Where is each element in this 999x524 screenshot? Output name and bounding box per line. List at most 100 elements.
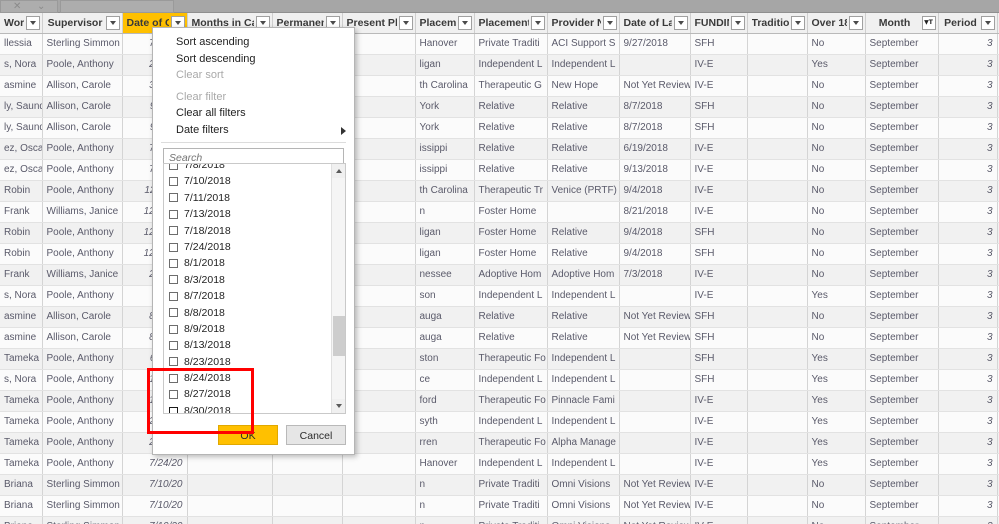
filter-dropdown-icon-date_of_last[interactable]	[673, 16, 688, 30]
cell-date_of_last[interactable]: 8/7/2018	[619, 117, 691, 139]
table-row[interactable]: FrankWilliams, Janice2/20/20nesseeAdopti…	[0, 264, 999, 286]
cell-placement_type[interactable]: Private Traditi	[474, 516, 548, 524]
checkbox-unchecked-icon[interactable]	[169, 291, 178, 301]
cell-traditional[interactable]	[747, 54, 808, 76]
cell-traditional[interactable]	[747, 180, 808, 202]
cell-provider_name[interactable]: Independent L	[547, 54, 620, 76]
filter-list-item[interactable]: 7/18/2018	[164, 223, 332, 239]
cell-period[interactable]: 3	[938, 222, 998, 244]
column-header-placement_county[interactable]: Placement	[415, 13, 475, 34]
cell-months_in_care[interactable]	[187, 453, 273, 475]
cell-date_of_last[interactable]: Not Yet Review	[619, 327, 691, 349]
cell-period[interactable]: 3	[938, 474, 998, 496]
table-row[interactable]: Tameka Poole, Anthony 7/24/20 Hanover Indepe…	[0, 453, 999, 475]
cell-date_of_last[interactable]	[619, 390, 691, 412]
cell-date_of_last[interactable]: 9/4/2018	[619, 222, 691, 244]
cell-placement_county[interactable]: nessee	[415, 264, 475, 286]
cell-worker[interactable]: asmine	[0, 75, 43, 97]
cell-funding[interactable]: IV-E	[690, 495, 748, 517]
checkbox-unchecked-icon[interactable]	[169, 390, 178, 400]
cell-period[interactable]: 3	[938, 432, 998, 454]
cell-over_18[interactable]: Yes	[807, 432, 866, 454]
cell-date_of_last[interactable]: Not Yet Review	[619, 474, 691, 496]
cell-worker[interactable]: Robin	[0, 243, 43, 265]
checkbox-unchecked-icon[interactable]	[169, 259, 178, 269]
cell-supervisor[interactable]: Poole, Anthony	[42, 159, 123, 181]
cell-funding[interactable]: IV-E	[690, 159, 748, 181]
cell-supervisor[interactable]: Poole, Anthony	[42, 411, 123, 433]
checkbox-unchecked-icon[interactable]	[169, 226, 178, 236]
cell-placement_county[interactable]: auga	[415, 306, 475, 328]
cell-date_of_last[interactable]: 9/13/2018	[619, 159, 691, 181]
cell-placement_type[interactable]: Relative	[474, 327, 548, 349]
filter-list-item[interactable]: 7/11/2018	[164, 190, 332, 206]
cell-placement_county[interactable]: York	[415, 96, 475, 118]
cell-placement_type[interactable]: Relative	[474, 117, 548, 139]
cell-supervisor[interactable]: Allison, Carole	[42, 75, 123, 97]
cell-period[interactable]: 3	[938, 159, 998, 181]
cell-provider_name[interactable]: Venice (PRTF)	[547, 180, 620, 202]
cell-provider_name[interactable]	[547, 201, 620, 223]
cell-provider_name[interactable]: Relative	[547, 222, 620, 244]
cell-funding[interactable]: SFH	[690, 348, 748, 370]
table-row[interactable]: asmineAllison, Carole8/24/20augaRelative…	[0, 306, 999, 328]
filter-dropdown-icon-supervisor[interactable]	[105, 16, 120, 30]
filter-list-item[interactable]: 8/24/2018	[164, 370, 332, 386]
filter-dropdown-icon-over_18[interactable]	[848, 16, 863, 30]
cell-month[interactable]: September	[865, 516, 939, 524]
cell-traditional[interactable]	[747, 453, 808, 475]
cell-month[interactable]: September	[865, 117, 939, 139]
cell-provider_name[interactable]: Omni Visions	[547, 495, 620, 517]
cell-worker[interactable]: Tameka	[0, 411, 43, 433]
cell-period[interactable]: 3	[938, 75, 998, 97]
toolbar-group-left[interactable]: ✕ ⌄	[0, 0, 58, 13]
cell-placement_type[interactable]: Relative	[474, 159, 548, 181]
cell-month[interactable]: September	[865, 54, 939, 76]
cell-supervisor[interactable]: Allison, Carole	[42, 327, 123, 349]
cell-date_of_last[interactable]: 9/4/2018	[619, 243, 691, 265]
table-row[interactable]: s, NoraPoole, Anthony2/24/20liganIndepen…	[0, 54, 999, 76]
cell-provider_name[interactable]: Adoptive Hom	[547, 264, 620, 286]
cell-placement_type[interactable]: Independent L	[474, 54, 548, 76]
cell-traditional[interactable]	[747, 243, 808, 265]
cell-placement_type[interactable]: Independent L	[474, 411, 548, 433]
cell-placement_county[interactable]: York	[415, 117, 475, 139]
cell-placement_county[interactable]: ligan	[415, 243, 475, 265]
cell-supervisor[interactable]: Poole, Anthony	[42, 243, 123, 265]
cell-placement_type[interactable]: Therapeutic Tr	[474, 180, 548, 202]
cell-traditional[interactable]	[747, 75, 808, 97]
cell-supervisor[interactable]: Allison, Carole	[42, 96, 123, 118]
cell-month[interactable]: September	[865, 75, 939, 97]
menu-item-clear-all-filters[interactable]: Clear all filters	[153, 105, 354, 122]
cell-date_of_last[interactable]: 8/21/2018	[619, 201, 691, 223]
filter-dropdown-icon-present_placement[interactable]	[398, 16, 413, 30]
cell-traditional[interactable]	[747, 222, 808, 244]
cell-period[interactable]: 3	[938, 369, 998, 391]
cell-provider_name[interactable]: Relative	[547, 243, 620, 265]
cell-placement_county[interactable]: th Carolina	[415, 75, 475, 97]
cell-period[interactable]: 3	[938, 54, 998, 76]
cell-date_of_last[interactable]	[619, 54, 691, 76]
cell-over_18[interactable]: Yes	[807, 390, 866, 412]
ok-button[interactable]: OK	[218, 425, 278, 445]
cell-funding[interactable]: SFH	[690, 33, 748, 55]
cell-period[interactable]: 3	[938, 390, 998, 412]
cell-over_18[interactable]: No	[807, 117, 866, 139]
checkbox-unchecked-icon[interactable]	[169, 275, 178, 285]
cell-period[interactable]: 3	[938, 453, 998, 475]
cell-supervisor[interactable]: Poole, Anthony	[42, 390, 123, 412]
cell-period[interactable]: 3	[938, 96, 998, 118]
checkbox-unchecked-icon[interactable]	[169, 406, 178, 413]
cell-traditional[interactable]	[747, 201, 808, 223]
filter-dropdown-icon-placement_county[interactable]	[457, 16, 472, 30]
cell-placement_county[interactable]: ce	[415, 369, 475, 391]
cell-provider_name[interactable]: Relative	[547, 138, 620, 160]
cell-supervisor[interactable]: Allison, Carole	[42, 306, 123, 328]
cell-over_18[interactable]: No	[807, 222, 866, 244]
cell-placement_type[interactable]: Therapeutic G	[474, 75, 548, 97]
cell-date_of_last[interactable]	[619, 285, 691, 307]
cell-traditional[interactable]	[747, 495, 808, 517]
cell-placement_type[interactable]: Private Traditi	[474, 495, 548, 517]
cell-period[interactable]: 3	[938, 117, 998, 139]
column-header-traditional[interactable]: Traditiona	[747, 13, 808, 34]
